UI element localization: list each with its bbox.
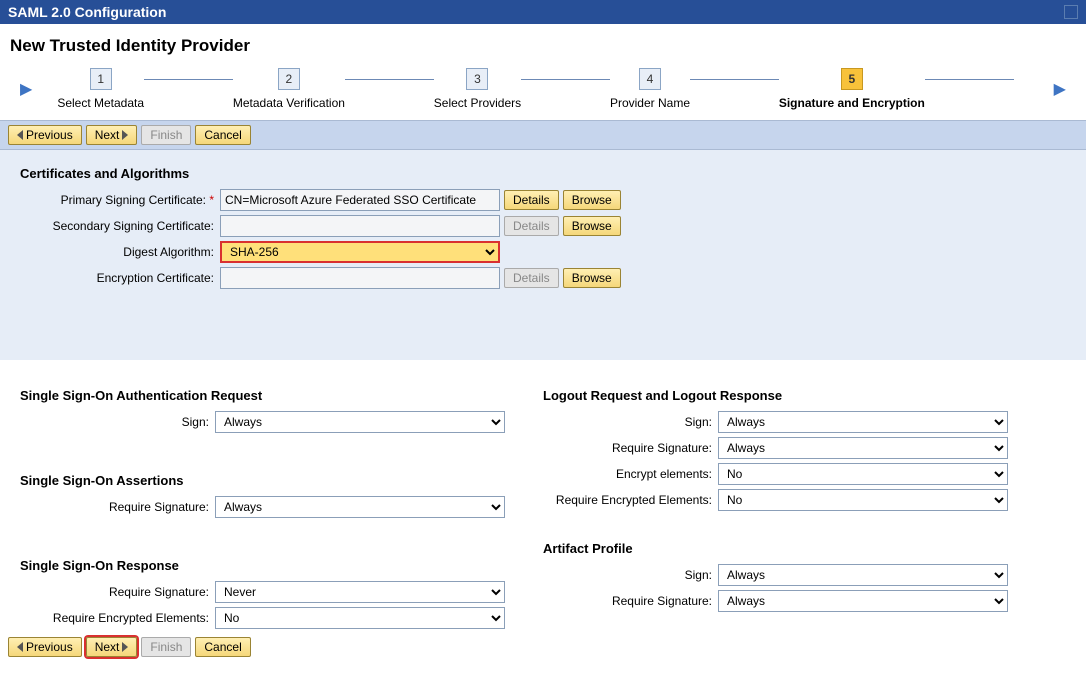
left-column: Single Sign-On Authentication Request Si… xyxy=(20,370,543,633)
logout-enc-select[interactable]: No xyxy=(718,463,1008,485)
finish-label: Finish xyxy=(150,640,182,654)
cancel-button[interactable]: Cancel xyxy=(195,125,250,145)
next-label: Next xyxy=(95,128,120,142)
sso-resp-reqenc-select[interactable]: No xyxy=(215,607,505,629)
toolbar-top: Previous Next Finish Cancel xyxy=(0,120,1086,150)
finish-button: Finish xyxy=(141,125,191,145)
artifact-title: Artifact Profile xyxy=(543,541,1066,556)
settings-columns: Single Sign-On Authentication Request Si… xyxy=(0,360,1086,633)
sso-auth-sign-label: Sign: xyxy=(20,415,215,429)
secondary-cert-input[interactable] xyxy=(220,215,500,237)
wizard-arrow-right-icon: ▶ xyxy=(1054,79,1066,99)
step-1: 1 Select Metadata xyxy=(57,68,144,110)
digest-select[interactable]: SHA-256 xyxy=(220,241,500,263)
artifact-reqsig-label: Require Signature: xyxy=(543,594,718,608)
encryption-browse-button[interactable]: Browse xyxy=(563,268,621,288)
triangle-right-icon xyxy=(122,130,128,140)
logout-title: Logout Request and Logout Response xyxy=(543,388,1066,403)
step-box-4: 4 xyxy=(639,68,661,90)
cancel-label: Cancel xyxy=(204,640,241,654)
sso-assert-reqsig-select[interactable]: Always xyxy=(215,496,505,518)
next-button-bottom[interactable]: Next xyxy=(86,637,138,657)
triangle-left-icon xyxy=(17,642,23,652)
finish-button-bottom: Finish xyxy=(141,637,191,657)
sso-resp-reqsig-select[interactable]: Never xyxy=(215,581,505,603)
next-button[interactable]: Next xyxy=(86,125,138,145)
logout-enc-label: Encrypt elements: xyxy=(543,467,718,481)
encryption-details-button: Details xyxy=(504,268,559,288)
logout-sign-label: Sign: xyxy=(543,415,718,429)
window-header: SAML 2.0 Configuration xyxy=(0,0,1086,24)
sso-resp-title: Single Sign-On Response xyxy=(20,558,543,573)
sso-resp-reqsig-label: Require Signature: xyxy=(20,585,215,599)
triangle-left-icon xyxy=(17,130,23,140)
encryption-cert-input[interactable] xyxy=(220,267,500,289)
step-label-2: Metadata Verification xyxy=(233,96,345,110)
step-box-5: 5 xyxy=(841,68,863,90)
logout-reqsig-label: Require Signature: xyxy=(543,441,718,455)
page-title: New Trusted Identity Provider xyxy=(0,24,1086,68)
step-3: 3 Select Providers xyxy=(434,68,521,110)
artifact-reqsig-select[interactable]: Always xyxy=(718,590,1008,612)
wizard-arrow-left-icon: ▶ xyxy=(20,79,32,99)
step-connector xyxy=(144,79,233,80)
step-5: 5 Signature and Encryption xyxy=(779,68,925,110)
step-2: 2 Metadata Verification xyxy=(233,68,345,110)
encryption-cert-label: Encryption Certificate: xyxy=(20,271,220,285)
primary-browse-button[interactable]: Browse xyxy=(563,190,621,210)
sso-auth-sign-select[interactable]: Always xyxy=(215,411,505,433)
window-icon[interactable] xyxy=(1064,5,1078,19)
step-label-1: Select Metadata xyxy=(57,96,144,110)
sso-assert-title: Single Sign-On Assertions xyxy=(20,473,543,488)
right-column: Logout Request and Logout Response Sign:… xyxy=(543,370,1066,633)
next-label: Next xyxy=(95,640,120,654)
artifact-sign-select[interactable]: Always xyxy=(718,564,1008,586)
previous-button-bottom[interactable]: Previous xyxy=(8,637,82,657)
logout-reqenc-label: Require Encrypted Elements: xyxy=(543,493,718,507)
previous-label: Previous xyxy=(26,128,73,142)
secondary-details-button: Details xyxy=(504,216,559,236)
window-title: SAML 2.0 Configuration xyxy=(8,4,166,20)
cancel-button-bottom[interactable]: Cancel xyxy=(195,637,250,657)
previous-button[interactable]: Previous xyxy=(8,125,82,145)
primary-cert-label: Primary Signing Certificate: * xyxy=(20,193,220,207)
step-box-2: 2 xyxy=(278,68,300,90)
artifact-sign-label: Sign: xyxy=(543,568,718,582)
step-connector xyxy=(690,79,779,80)
step-connector xyxy=(345,79,434,80)
sso-assert-reqsig-label: Require Signature: xyxy=(20,500,215,514)
step-label-5: Signature and Encryption xyxy=(779,96,925,110)
step-connector xyxy=(925,79,1014,80)
secondary-browse-button[interactable]: Browse xyxy=(563,216,621,236)
step-label-4: Provider Name xyxy=(610,96,690,110)
sso-auth-title: Single Sign-On Authentication Request xyxy=(20,388,543,403)
step-label-3: Select Providers xyxy=(434,96,521,110)
step-4: 4 Provider Name xyxy=(610,68,690,110)
logout-reqenc-select[interactable]: No xyxy=(718,489,1008,511)
cert-section-title: Certificates and Algorithms xyxy=(20,166,1066,181)
finish-label: Finish xyxy=(150,128,182,142)
certificates-section: Certificates and Algorithms Primary Sign… xyxy=(0,150,1086,360)
logout-sign-select[interactable]: Always xyxy=(718,411,1008,433)
triangle-right-icon xyxy=(122,642,128,652)
step-box-1: 1 xyxy=(90,68,112,90)
digest-label: Digest Algorithm: xyxy=(20,245,220,259)
primary-cert-input[interactable] xyxy=(220,189,500,211)
sso-resp-reqenc-label: Require Encrypted Elements: xyxy=(20,611,215,625)
cancel-label: Cancel xyxy=(204,128,241,142)
step-box-3: 3 xyxy=(466,68,488,90)
secondary-cert-label: Secondary Signing Certificate: xyxy=(20,219,220,233)
step-connector xyxy=(521,79,610,80)
toolbar-bottom: Previous Next Finish Cancel xyxy=(0,633,1086,661)
primary-details-button[interactable]: Details xyxy=(504,190,559,210)
logout-reqsig-select[interactable]: Always xyxy=(718,437,1008,459)
previous-label: Previous xyxy=(26,640,73,654)
wizard-steps: ▶ 1 Select Metadata 2 Metadata Verificat… xyxy=(0,68,1086,120)
